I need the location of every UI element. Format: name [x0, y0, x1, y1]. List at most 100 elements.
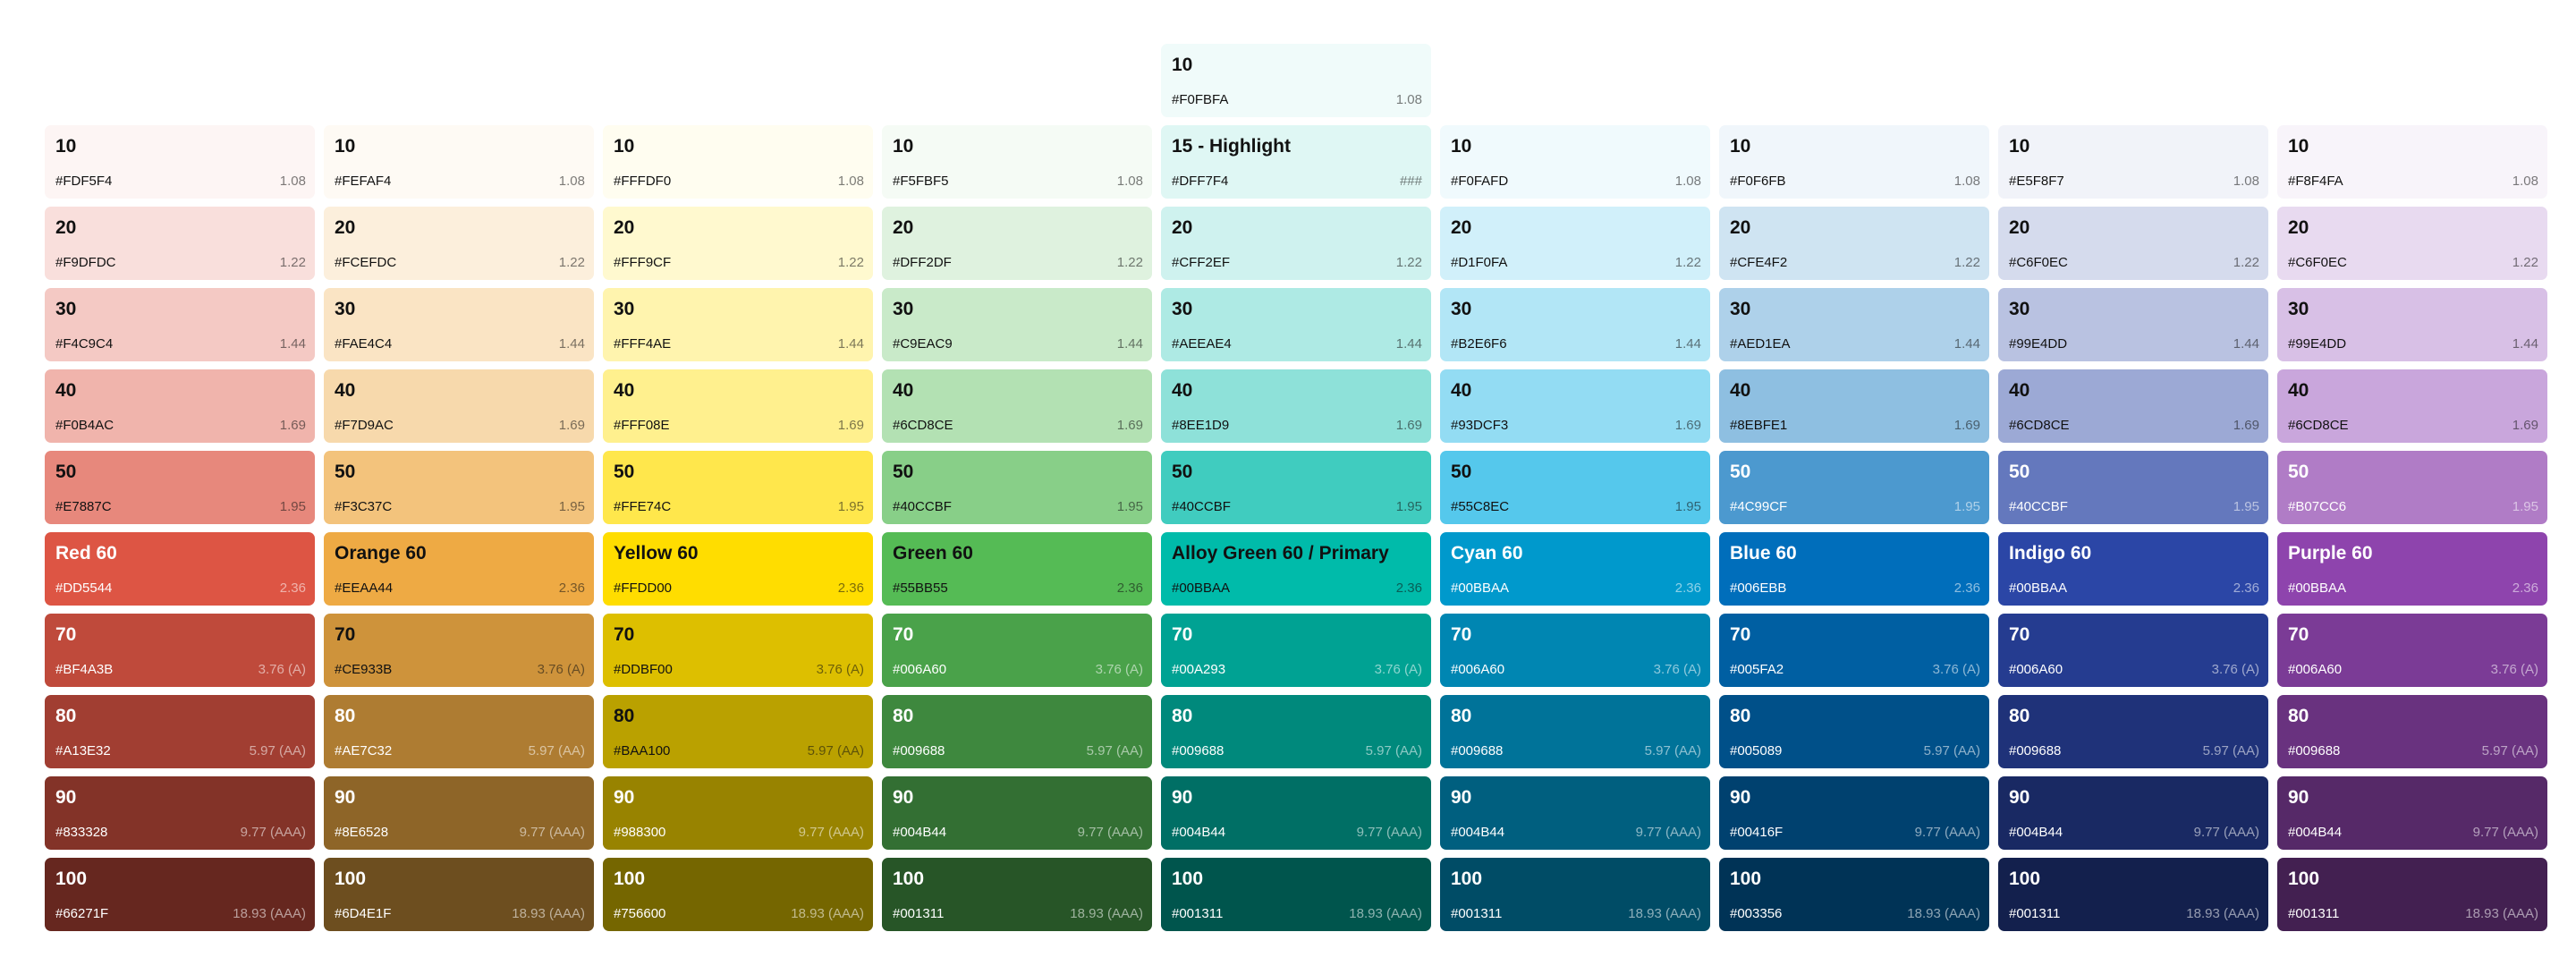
color-swatch[interactable]: 20 #DFF2DF 1.22	[882, 207, 1152, 280]
color-swatch[interactable]: 40 #FFF08E 1.69	[603, 369, 873, 443]
color-swatch[interactable]: 30 #AED1EA 1.44	[1719, 288, 1989, 361]
color-swatch[interactable]: 30 #99E4DD 1.44	[2277, 288, 2547, 361]
color-swatch[interactable]: 40 #F7D9AC 1.69	[324, 369, 594, 443]
color-swatch[interactable]: 40 #8EE1D9 1.69	[1161, 369, 1431, 443]
color-swatch[interactable]: Blue 60 #006EBB 2.36	[1719, 532, 1989, 606]
color-swatch[interactable]: 50 #40CCBF 1.95	[882, 451, 1152, 524]
color-swatch[interactable]: 40 #6CD8CE 1.69	[882, 369, 1152, 443]
color-swatch[interactable]: Alloy Green 60 / Primary #00BBAA 2.36	[1161, 532, 1431, 606]
swatch-name: 30	[1172, 299, 1193, 319]
color-swatch[interactable]: 100 #756600 18.93 (AAA)	[603, 858, 873, 931]
color-swatch[interactable]: 50 #40CCBF 1.95	[1161, 451, 1431, 524]
color-swatch[interactable]: 10 #E5F8F7 1.08	[1998, 125, 2268, 199]
color-swatch[interactable]: 80 #005089 5.97 (AA)	[1719, 695, 1989, 768]
color-swatch[interactable]: 70 #006A60 3.76 (A)	[2277, 614, 2547, 687]
color-swatch[interactable]: Yellow 60 #FFDD00 2.36	[603, 532, 873, 606]
color-swatch[interactable]: Orange 60 #EEAA44 2.36	[324, 532, 594, 606]
color-swatch[interactable]: 80 #009688 5.97 (AA)	[2277, 695, 2547, 768]
color-swatch[interactable]: 40 #6CD8CE 1.69	[1998, 369, 2268, 443]
color-swatch[interactable]: 20 #CFF2EF 1.22	[1161, 207, 1431, 280]
color-swatch[interactable]: 50 #40CCBF 1.95	[1998, 451, 2268, 524]
color-swatch[interactable]: 90 #004B44 9.77 (AAA)	[1440, 776, 1710, 850]
color-swatch[interactable]: 70 #006A60 3.76 (A)	[1440, 614, 1710, 687]
color-swatch[interactable]: 40 #6CD8CE 1.69	[2277, 369, 2547, 443]
color-swatch[interactable]: 70 #CE933B 3.76 (A)	[324, 614, 594, 687]
swatch-contrast-ratio: 1.22	[2233, 255, 2259, 270]
color-swatch[interactable]: 90 #988300 9.77 (AAA)	[603, 776, 873, 850]
color-swatch[interactable]: 10 #FFFDF0 1.08	[603, 125, 873, 199]
color-swatch[interactable]: 30 #F4C9C4 1.44	[45, 288, 315, 361]
color-swatch[interactable]: 50 #F3C37C 1.95	[324, 451, 594, 524]
color-swatch[interactable]: 20 #C6F0EC 1.22	[2277, 207, 2547, 280]
color-swatch[interactable]: 90 #00416F 9.77 (AAA)	[1719, 776, 1989, 850]
color-swatch[interactable]: 70 #006A60 3.76 (A)	[1998, 614, 2268, 687]
color-swatch[interactable]: 80 #AE7C32 5.97 (AA)	[324, 695, 594, 768]
color-swatch[interactable]: Green 60 #55BB55 2.36	[882, 532, 1152, 606]
color-swatch[interactable]: 10 #FDF5F4 1.08	[45, 125, 315, 199]
color-swatch[interactable]: 40 #8EBFE1 1.69	[1719, 369, 1989, 443]
color-swatch[interactable]: 50 #B07CC6 1.95	[2277, 451, 2547, 524]
swatch-hex-code: #FFDD00	[614, 580, 673, 596]
color-swatch[interactable]: 70 #006A60 3.76 (A)	[882, 614, 1152, 687]
swatch-name: 90	[2009, 787, 2030, 808]
color-swatch[interactable]: Cyan 60 #00BBAA 2.36	[1440, 532, 1710, 606]
color-swatch[interactable]: 10 #F0FAFD 1.08	[1440, 125, 1710, 199]
color-swatch[interactable]: 80 #A13E32 5.97 (AA)	[45, 695, 315, 768]
color-swatch[interactable]: 30 #C9EAC9 1.44	[882, 288, 1152, 361]
color-swatch[interactable]: 90 #004B44 9.77 (AAA)	[2277, 776, 2547, 850]
color-swatch[interactable]: 90 #004B44 9.77 (AAA)	[1998, 776, 2268, 850]
color-swatch[interactable]: Purple 60 #00BBAA 2.36	[2277, 532, 2547, 606]
color-swatch[interactable]: 10 #FEFAF4 1.08	[324, 125, 594, 199]
color-swatch[interactable]: 100 #003356 18.93 (AAA)	[1719, 858, 1989, 931]
color-swatch[interactable]: 70 #00A293 3.76 (A)	[1161, 614, 1431, 687]
color-swatch[interactable]: 50 #E7887C 1.95	[45, 451, 315, 524]
color-swatch[interactable]: 10 #F8F4FA 1.08	[2277, 125, 2547, 199]
color-swatch[interactable]: Indigo 60 #00BBAA 2.36	[1998, 532, 2268, 606]
swatch-hex-code: #D1F0FA	[1451, 255, 1508, 270]
color-swatch[interactable]: 70 #DDBF00 3.76 (A)	[603, 614, 873, 687]
color-swatch[interactable]: 30 #B2E6F6 1.44	[1440, 288, 1710, 361]
color-swatch[interactable]: 20 #F9DFDC 1.22	[45, 207, 315, 280]
color-swatch[interactable]: 30 #FAE4C4 1.44	[324, 288, 594, 361]
color-swatch[interactable]: Red 60 #DD5544 2.36	[45, 532, 315, 606]
color-swatch[interactable]: 90 #004B44 9.77 (AAA)	[882, 776, 1152, 850]
color-swatch[interactable]: 30 #99E4DD 1.44	[1998, 288, 2268, 361]
swatch-contrast-ratio: 1.22	[1116, 255, 1143, 270]
color-swatch[interactable]: 20 #FCEFDC 1.22	[324, 207, 594, 280]
color-swatch[interactable]: 80 #BAA100 5.97 (AA)	[603, 695, 873, 768]
color-swatch[interactable]: 80 #009688 5.97 (AA)	[882, 695, 1152, 768]
color-swatch[interactable]: 100 #001311 18.93 (AAA)	[2277, 858, 2547, 931]
color-swatch[interactable]: 10 #F0F6FB 1.08	[1719, 125, 1989, 199]
color-swatch[interactable]: 30 #FFF4AE 1.44	[603, 288, 873, 361]
color-swatch[interactable]: 100 #001311 18.93 (AAA)	[1998, 858, 2268, 931]
swatch-name: 30	[1730, 299, 1751, 319]
color-swatch[interactable]: 40 #93DCF3 1.69	[1440, 369, 1710, 443]
color-swatch[interactable]: 50 #FFE74C 1.95	[603, 451, 873, 524]
color-swatch[interactable]: 30 #AEEAE4 1.44	[1161, 288, 1431, 361]
color-swatch[interactable]: 80 #009688 5.97 (AA)	[1440, 695, 1710, 768]
color-swatch[interactable]: 100 #001311 18.93 (AAA)	[882, 858, 1152, 931]
color-swatch[interactable]: 40 #F0B4AC 1.69	[45, 369, 315, 443]
color-swatch[interactable]: 20 #C6F0EC 1.22	[1998, 207, 2268, 280]
color-swatch[interactable]: 50 #55C8EC 1.95	[1440, 451, 1710, 524]
color-swatch[interactable]: 80 #009688 5.97 (AA)	[1161, 695, 1431, 768]
color-swatch[interactable]: 20 #D1F0FA 1.22	[1440, 207, 1710, 280]
color-swatch[interactable]: 90 #8E6528 9.77 (AAA)	[324, 776, 594, 850]
color-swatch[interactable]: 100 #6D4E1F 18.93 (AAA)	[324, 858, 594, 931]
color-swatch[interactable]: 70 #005FA2 3.76 (A)	[1719, 614, 1989, 687]
color-swatch[interactable]: 70 #BF4A3B 3.76 (A)	[45, 614, 315, 687]
color-swatch[interactable]: 20 #FFF9CF 1.22	[603, 207, 873, 280]
color-swatch[interactable]: 100 #001311 18.93 (AAA)	[1161, 858, 1431, 931]
color-swatch[interactable]: 90 #004B44 9.77 (AAA)	[1161, 776, 1431, 850]
palette-column-orange: 10 #FEFAF4 1.08 20 #FCEFDC 1.22 30 #FAE4C4 1.44 4…	[324, 0, 594, 966]
swatch-hex-code: #009688	[893, 743, 945, 758]
color-swatch[interactable]: 15 - Highlight #DFF7F4 ###	[1161, 125, 1431, 199]
color-swatch[interactable]: 90 #833328 9.77 (AAA)	[45, 776, 315, 850]
color-swatch[interactable]: 50 #4C99CF 1.95	[1719, 451, 1989, 524]
color-swatch[interactable]: 10 #F5FBF5 1.08	[882, 125, 1152, 199]
color-swatch[interactable]: 20 #CFE4F2 1.22	[1719, 207, 1989, 280]
color-swatch[interactable]: 100 #001311 18.93 (AAA)	[1440, 858, 1710, 931]
color-swatch[interactable]: 100 #66271F 18.93 (AAA)	[45, 858, 315, 931]
color-swatch[interactable]: 80 #009688 5.97 (AA)	[1998, 695, 2268, 768]
color-swatch[interactable]: 10 #F0FBFA 1.08	[1161, 44, 1431, 117]
